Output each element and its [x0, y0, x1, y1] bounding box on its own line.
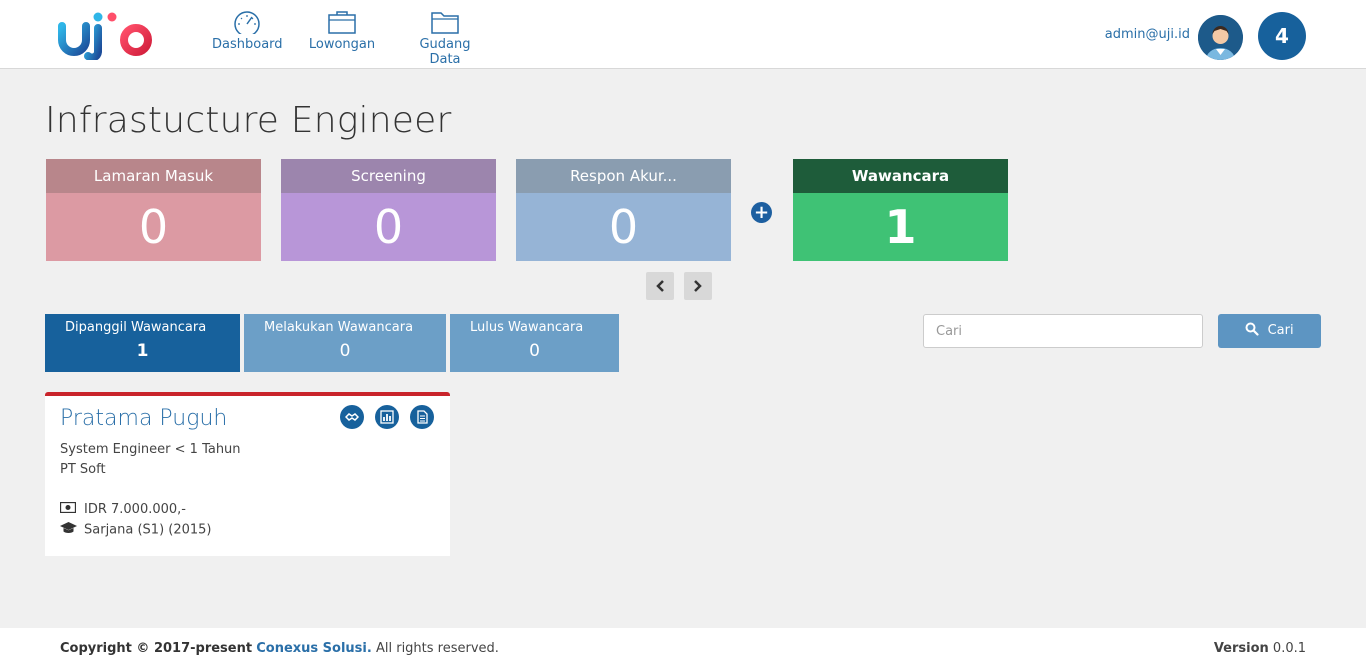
- bar-chart-icon[interactable]: [374, 405, 399, 429]
- nav-gudang-data[interactable]: Gudang Data: [403, 10, 487, 67]
- tab-label: Lulus Wawancara: [470, 320, 584, 335]
- folder-icon: [431, 12, 459, 34]
- stage-wawancara[interactable]: Wawancara 1: [793, 159, 1008, 261]
- nav-lowongan-label: Lowongan: [308, 37, 376, 52]
- speedometer-icon: [234, 11, 260, 34]
- stage-label: Respon Akur...: [516, 159, 731, 193]
- search-icon: [1245, 322, 1260, 336]
- chevron-left-icon: [656, 280, 664, 292]
- chevron-right-icon: [694, 280, 702, 292]
- stage-lamaran-masuk[interactable]: Lamaran Masuk 0: [46, 159, 261, 261]
- copyright-suffix: All rights reserved.: [375, 641, 499, 656]
- user-email[interactable]: admin@uji.id: [1090, 27, 1190, 42]
- tab-label: Dipanggil Wawancara: [65, 320, 207, 335]
- tab-lulus-wawancara[interactable]: Lulus Wawancara 0: [450, 314, 619, 372]
- tab-count: 1: [136, 341, 149, 361]
- candidate-company: PT Soft: [60, 462, 106, 477]
- briefcase-icon: [328, 11, 356, 34]
- nav-gudang-data-label: Gudang Data: [419, 37, 471, 67]
- candidate-card[interactable]: Pratama Puguh System Engineer < 1 Tahun …: [45, 392, 450, 556]
- tab-count: 0: [339, 341, 351, 361]
- candidate-name[interactable]: Pratama Puguh: [60, 406, 227, 431]
- candidate-salary: IDR 7.000.000,-: [84, 502, 186, 517]
- company-link[interactable]: Conexus Solusi.: [256, 641, 372, 656]
- footer: Copyright © 2017-present Conexus Solusi.…: [0, 628, 1366, 669]
- stage-respon-akurat[interactable]: Respon Akur... 0: [516, 159, 731, 261]
- prev-stages-button[interactable]: [646, 272, 674, 300]
- stage-label: Lamaran Masuk: [46, 159, 261, 193]
- nav-dashboard[interactable]: Dashboard: [212, 10, 283, 52]
- candidate-role: System Engineer < 1 Tahun: [60, 442, 241, 457]
- stage-label: Screening: [281, 159, 496, 193]
- candidate-education-row: Sarjana (S1) (2015): [60, 522, 212, 538]
- page-title: Infrastucture Engineer: [45, 100, 452, 141]
- user-avatar[interactable]: [1198, 15, 1243, 60]
- tab-label: Melakukan Wawancara: [264, 320, 414, 335]
- document-icon[interactable]: [410, 405, 434, 429]
- next-stages-button[interactable]: [684, 272, 712, 300]
- nav-lowongan[interactable]: Lowongan: [308, 10, 376, 52]
- tab-count: 0: [529, 341, 540, 361]
- stage-count: 1: [793, 193, 1008, 261]
- version-label: Version: [1213, 641, 1269, 656]
- tab-dipanggil-wawancara[interactable]: Dipanggil Wawancara 1: [45, 314, 240, 372]
- card-actions: [334, 405, 434, 429]
- candidate-education: Sarjana (S1) (2015): [84, 522, 212, 538]
- add-stage-icon[interactable]: +: [751, 202, 772, 223]
- candidate-salary-row: IDR 7.000.000,-: [59, 501, 186, 517]
- tab-melakukan-wawancara[interactable]: Melakukan Wawancara 0: [244, 314, 446, 372]
- handshake-icon[interactable]: [339, 405, 364, 429]
- copyright: Copyright © 2017-present Conexus Solusi.…: [60, 641, 499, 656]
- search-button-label: Cari: [1267, 323, 1294, 338]
- stage-count: 0: [516, 193, 731, 261]
- nav-dashboard-label: Dashboard: [212, 37, 283, 52]
- stage-screening[interactable]: Screening 0: [281, 159, 496, 261]
- top-navbar: Dashboard Lowongan Gudang Data admin@uji…: [0, 0, 1366, 69]
- stage-count: 0: [281, 193, 496, 261]
- version-info: Version 0.0.1: [1214, 641, 1306, 656]
- search-button[interactable]: Cari: [1218, 314, 1321, 348]
- ujiid-logo[interactable]: [58, 10, 176, 62]
- copyright-prefix: Copyright © 2017-present: [60, 641, 253, 656]
- search-input[interactable]: [923, 314, 1203, 348]
- money-icon: [59, 501, 78, 517]
- notification-badge[interactable]: 4: [1258, 12, 1306, 60]
- stage-label: Wawancara: [793, 159, 1008, 193]
- stage-count: 0: [46, 193, 261, 261]
- graduation-cap-icon: [60, 522, 78, 538]
- version-value: 0.0.1: [1272, 641, 1306, 656]
